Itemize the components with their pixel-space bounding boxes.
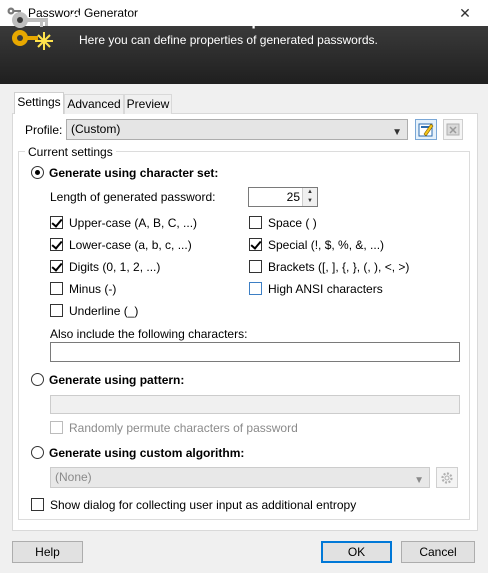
banner-title: Password Generation Options <box>70 12 300 29</box>
underline-label[interactable]: Underline (_) <box>69 304 138 318</box>
tab-settings[interactable]: Settings <box>14 92 64 114</box>
help-button[interactable]: Help <box>12 541 83 563</box>
profile-value: (Custom) <box>71 122 121 136</box>
length-stepper[interactable]: 25 ▲ ▼ <box>248 187 318 207</box>
lowercase-label[interactable]: Lower-case (a, b, c, ...) <box>69 238 192 252</box>
delete-profile-button[interactable] <box>443 119 463 140</box>
gear-icon <box>441 471 453 484</box>
permute-label[interactable]: Randomly permute characters of password <box>69 421 298 435</box>
uppercase-checkbox[interactable] <box>50 216 63 229</box>
entropy-checkbox[interactable] <box>31 498 44 511</box>
algorithm-options-button[interactable] <box>436 467 458 488</box>
length-value: 25 <box>286 190 300 204</box>
chevron-down-icon: ▼ <box>414 475 424 486</box>
length-spinner[interactable]: ▲ ▼ <box>302 188 317 206</box>
tab-advanced[interactable]: Advanced <box>64 94 124 114</box>
banner-subtitle: Here you can define properties of genera… <box>79 33 378 47</box>
special-checkbox[interactable] <box>249 238 262 251</box>
close-icon: ✕ <box>459 4 471 21</box>
underline-checkbox[interactable] <box>50 304 63 317</box>
custom-algorithm-radio[interactable] <box>31 446 44 459</box>
tab-preview[interactable]: Preview <box>124 94 172 114</box>
charset-radio[interactable] <box>31 166 44 179</box>
high-ansi-checkbox[interactable] <box>249 282 262 295</box>
spin-down-icon[interactable]: ▼ <box>303 197 317 206</box>
also-include-input[interactable] <box>50 342 460 362</box>
length-label: Length of generated password: <box>50 190 216 204</box>
space-checkbox[interactable] <box>249 216 262 229</box>
spin-up-icon[interactable]: ▲ <box>303 188 317 197</box>
delete-icon <box>446 123 460 136</box>
brackets-checkbox[interactable] <box>249 260 262 273</box>
lowercase-checkbox[interactable] <box>50 238 63 251</box>
custom-algorithm-radio-label[interactable]: Generate using custom algorithm: <box>49 446 244 460</box>
save-profile-button[interactable] <box>415 119 437 140</box>
chevron-down-icon: ▼ <box>392 127 402 138</box>
high-ansi-label[interactable]: High ANSI characters <box>268 282 383 296</box>
special-label[interactable]: Special (!, $, %, &, ...) <box>268 238 384 252</box>
also-include-label: Also include the following characters: <box>50 327 248 341</box>
permute-checkbox[interactable] <box>50 421 63 434</box>
digits-label[interactable]: Digits (0, 1, 2, ...) <box>69 260 160 274</box>
charset-radio-label[interactable]: Generate using character set: <box>49 166 218 180</box>
digits-checkbox[interactable] <box>50 260 63 273</box>
profile-label: Profile: <box>25 123 63 137</box>
keys-icon <box>6 8 54 52</box>
custom-algorithm-select[interactable]: (None) ▼ <box>50 467 430 488</box>
space-label[interactable]: Space ( ) <box>268 216 317 230</box>
custom-algorithm-value: (None) <box>55 470 92 484</box>
minus-checkbox[interactable] <box>50 282 63 295</box>
uppercase-label[interactable]: Upper-case (A, B, C, ...) <box>69 216 197 230</box>
entropy-label[interactable]: Show dialog for collecting user input as… <box>50 498 356 512</box>
cancel-button[interactable]: Cancel <box>401 541 475 563</box>
pattern-input[interactable] <box>50 395 460 414</box>
ok-button[interactable]: OK <box>321 541 392 563</box>
pattern-radio[interactable] <box>31 373 44 386</box>
pattern-radio-label[interactable]: Generate using pattern: <box>49 373 184 387</box>
group-caption: Current settings <box>25 145 116 159</box>
close-button[interactable]: ✕ <box>442 0 488 26</box>
edit-profile-icon <box>418 123 434 137</box>
profile-select[interactable]: (Custom) ▼ <box>66 119 408 140</box>
brackets-label[interactable]: Brackets ([, ], {, }, (, ), <, >) <box>268 260 409 274</box>
minus-label[interactable]: Minus (-) <box>69 282 116 296</box>
